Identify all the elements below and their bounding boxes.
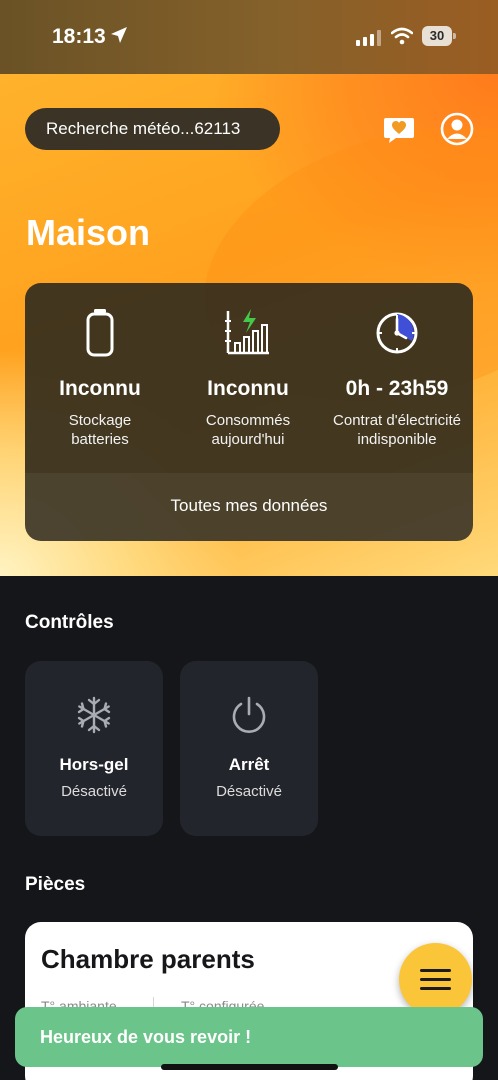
battery-level: 30 bbox=[429, 28, 445, 43]
battery-icon bbox=[86, 309, 114, 357]
control-name: Arrêt bbox=[228, 755, 270, 774]
control-frost-protection[interactable]: Hors-gel Désactivé bbox=[25, 661, 163, 836]
welcome-toast[interactable]: Heureux de vous revoir ! bbox=[15, 1007, 483, 1067]
home-indicator[interactable] bbox=[161, 1064, 338, 1070]
status-bar: 18:13 30 bbox=[0, 0, 498, 74]
hero-section: Recherche météo...62113 Maison Inconnu S… bbox=[0, 74, 498, 576]
page-title: Maison bbox=[26, 212, 151, 253]
weather-search-button[interactable]: Recherche météo...62113 bbox=[25, 108, 280, 150]
control-stop[interactable]: Arrêt Désactivé bbox=[180, 661, 318, 836]
signal-icon bbox=[356, 30, 381, 46]
room-name: Chambre parents bbox=[41, 944, 255, 974]
profile-icon[interactable] bbox=[440, 112, 474, 146]
status-time: 18:13 bbox=[52, 25, 106, 48]
menu-button[interactable] bbox=[399, 943, 472, 1016]
chat-heart-icon[interactable] bbox=[382, 112, 416, 146]
clock-icon bbox=[376, 312, 418, 354]
all-data-button[interactable]: Toutes mes données bbox=[25, 473, 473, 541]
location-arrow-icon bbox=[111, 27, 127, 43]
rooms-section-title: Pièces bbox=[25, 874, 86, 895]
energy-chart-icon bbox=[225, 309, 269, 355]
control-name: Hors-gel bbox=[59, 755, 129, 774]
energy-stats-card: Inconnu Stockage batteries Inconnu Conso… bbox=[25, 283, 473, 541]
control-status: Désactivé bbox=[216, 783, 282, 800]
wifi-icon bbox=[391, 27, 413, 45]
control-status: Désactivé bbox=[61, 783, 127, 800]
snowflake-icon bbox=[77, 696, 111, 734]
battery-status-icon: 30 bbox=[422, 26, 456, 46]
power-icon bbox=[232, 696, 266, 733]
controls-section-title: Contrôles bbox=[25, 612, 114, 633]
